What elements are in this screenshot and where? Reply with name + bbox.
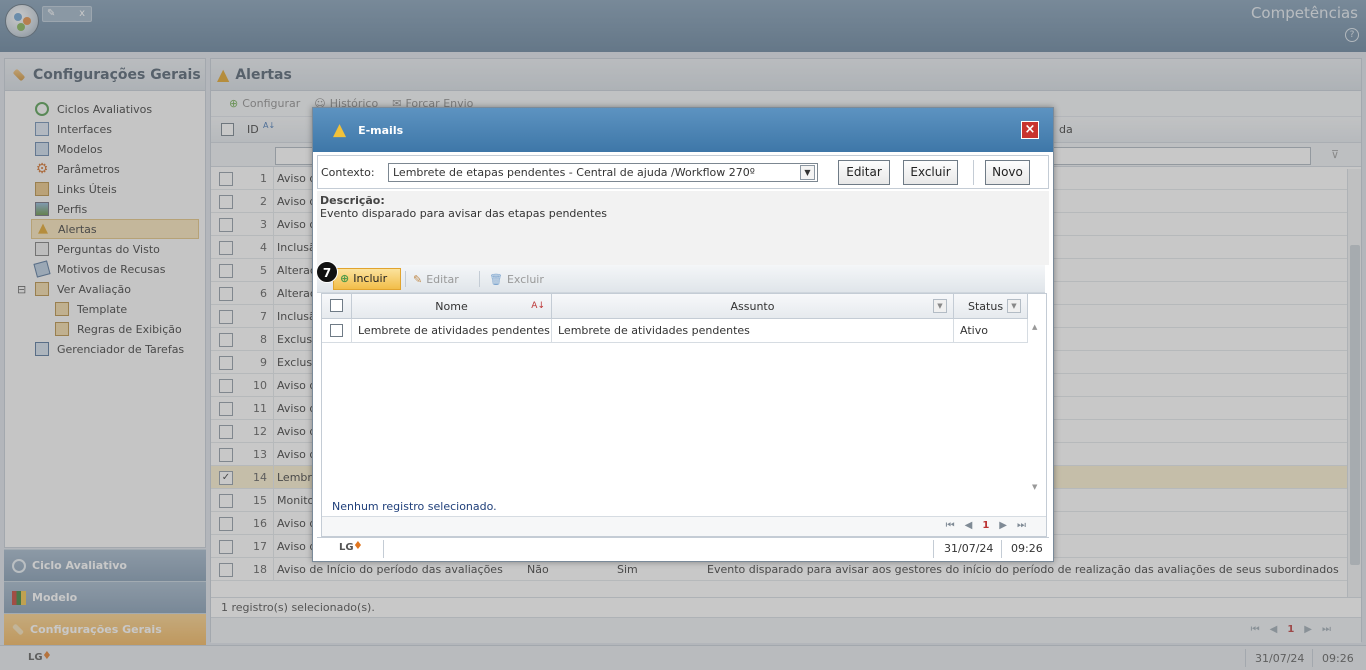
col-nome-label: Nome xyxy=(435,300,468,313)
divider xyxy=(1001,540,1002,558)
close-button[interactable]: × xyxy=(1021,121,1039,139)
context-label: Contexto: xyxy=(321,166,375,179)
select-all-cell xyxy=(322,294,352,319)
excluir-button[interactable]: Excluir xyxy=(903,160,958,185)
lg-logo: LG xyxy=(339,542,354,553)
first-page-icon[interactable]: ⏮ xyxy=(946,520,955,531)
editar-label: Editar xyxy=(426,273,459,286)
description-label: Descrição: xyxy=(320,194,385,207)
description-area: Descrição: Evento disparado para avisar … xyxy=(317,191,1049,265)
editar-email-button[interactable]: ✎ Editar xyxy=(413,273,459,286)
dialog-time: 09:26 xyxy=(1011,542,1043,555)
cell-nome: Lembrete de atividades pendentes xyxy=(352,319,552,343)
emails-scrollbar[interactable]: ▲ ▼ xyxy=(1028,319,1046,495)
col-nome-header[interactable]: Nome A↓ xyxy=(352,294,552,319)
context-select[interactable]: Lembrete de etapas pendentes - Central d… xyxy=(388,163,818,182)
warning-icon: ▲ xyxy=(333,120,347,140)
context-row: Contexto: Lembrete de etapas pendentes -… xyxy=(317,155,1049,189)
cell-assunto: Lembrete de atividades pendentes xyxy=(552,319,954,343)
divider xyxy=(933,540,934,558)
step-badge: 7 xyxy=(316,261,338,283)
current-page: 1 xyxy=(982,520,990,531)
excluir-email-button[interactable]: 🗑 Excluir xyxy=(489,273,544,286)
excluir-label: Excluir xyxy=(506,273,544,286)
emails-pager: ⏮ ◀ 1 ▶ ⏭ xyxy=(322,516,1046,536)
trash-icon: 🗑 xyxy=(489,273,503,286)
emails-grid-header: Nome A↓ Assunto ▼ Status ▼ xyxy=(322,294,1028,319)
emails-dialog: ▲ E-mails × Contexto: Lembrete de etapas… xyxy=(312,107,1054,562)
dialog-footer: LG ♦ 31/07/24 09:26 xyxy=(317,537,1049,559)
chevron-down-icon[interactable]: ▼ xyxy=(933,299,947,313)
dialog-date: 31/07/24 xyxy=(944,542,994,555)
description-value: Evento disparado para avisar das etapas … xyxy=(320,207,607,220)
context-value: Lembrete de etapas pendentes - Central d… xyxy=(393,166,755,179)
emails-grid: Nome A↓ Assunto ▼ Status ▼ Lembrete de a… xyxy=(321,293,1047,537)
row-select-cell xyxy=(322,319,352,343)
dialog-title: E-mails xyxy=(358,123,404,137)
dialog-titlebar: ▲ E-mails xyxy=(313,108,1053,152)
emails-toolbar: ⊕ Incluir ✎ Editar 🗑 Excluir xyxy=(317,265,1045,293)
select-all-checkbox[interactable] xyxy=(330,299,343,312)
incluir-button[interactable]: ⊕ Incluir xyxy=(333,268,401,290)
editar-button[interactable]: Editar xyxy=(838,160,890,185)
edit-user-icon: ✎ xyxy=(413,273,423,286)
chevron-down-icon[interactable]: ▼ xyxy=(1007,299,1021,313)
divider xyxy=(383,540,384,558)
divider xyxy=(405,271,406,287)
next-page-icon[interactable]: ▶ xyxy=(999,520,1007,531)
col-status-label: Status xyxy=(968,300,1004,313)
no-selection-note: Nenhum registro selecionado. xyxy=(332,500,497,513)
prev-page-icon[interactable]: ◀ xyxy=(965,520,973,531)
col-status-header[interactable]: Status ▼ xyxy=(954,294,1028,319)
divider xyxy=(479,271,480,287)
row-checkbox[interactable] xyxy=(330,324,343,337)
chevron-down-icon[interactable]: ▼ xyxy=(800,165,815,180)
col-assunto-header[interactable]: Assunto ▼ xyxy=(552,294,954,319)
scroll-up-icon[interactable]: ▲ xyxy=(1032,323,1037,331)
last-page-icon[interactable]: ⏭ xyxy=(1017,520,1026,531)
col-assunto-label: Assunto xyxy=(730,300,775,313)
add-icon: ⊕ xyxy=(340,272,350,285)
incluir-label: Incluir xyxy=(353,272,388,285)
flame-icon: ♦ xyxy=(353,539,363,552)
table-row[interactable]: Lembrete de atividades pendentes Lembret… xyxy=(322,319,1028,343)
novo-button[interactable]: Novo xyxy=(985,160,1030,185)
divider xyxy=(973,160,974,185)
sort-az-icon: A↓ xyxy=(531,301,545,311)
scroll-down-icon[interactable]: ▼ xyxy=(1032,483,1037,491)
cell-status: Ativo xyxy=(954,319,1028,343)
